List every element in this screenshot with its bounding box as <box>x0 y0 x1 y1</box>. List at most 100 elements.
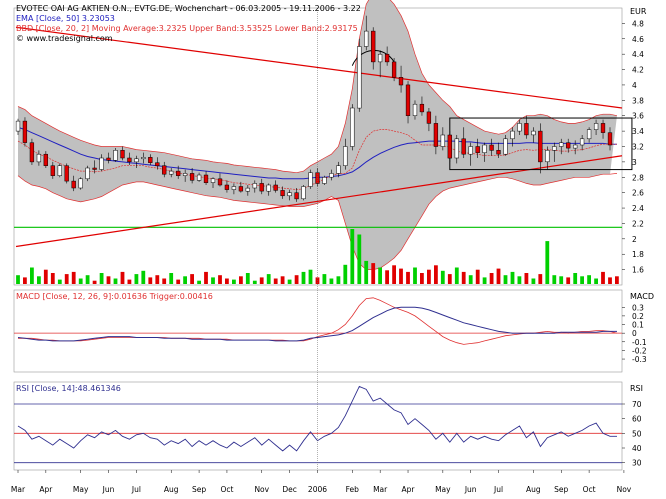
x-tick-label: Sep <box>192 485 206 494</box>
macd-tick-label: 0.3 <box>632 303 644 312</box>
rsi-tick-label: 70 <box>632 400 642 409</box>
volume-bar <box>531 278 536 284</box>
candle-body <box>489 144 494 151</box>
macd-legend[interactable]: MACD [Close, 12, 26, 9]:0.01636 Trigger:… <box>16 292 213 301</box>
macd-tick-label: -0.1 <box>632 338 647 347</box>
candle-body <box>538 130 543 163</box>
candle-body <box>329 173 334 178</box>
volume-bar <box>447 274 452 284</box>
volume-bar <box>23 277 27 284</box>
candle-body <box>607 132 613 146</box>
price-tick-label: 3.2 <box>632 143 644 152</box>
rsi-legend[interactable]: RSI [Close, 14]:48.461346 <box>16 384 121 393</box>
candle-body <box>552 146 557 151</box>
candle-body <box>510 130 515 140</box>
volume-bar <box>364 260 369 284</box>
candle-body <box>169 170 174 175</box>
candle-body <box>231 186 237 190</box>
price-tick-label: 3.6 <box>632 112 644 121</box>
volume-bar <box>239 276 243 284</box>
volume-bar <box>218 275 222 284</box>
candle-body <box>78 178 83 189</box>
candle-body <box>182 173 188 176</box>
x-tick-label: Aug <box>526 485 541 494</box>
volume-bar <box>378 267 382 284</box>
volume-bar <box>141 270 146 284</box>
ema-legend[interactable]: EMA [Close, 50] 3.23053 <box>16 14 115 23</box>
volume-bar <box>434 265 438 284</box>
volume-bar <box>301 271 306 284</box>
volume-bar <box>16 275 20 284</box>
volume-bar <box>280 276 285 284</box>
candle-body <box>391 61 397 78</box>
volume-bar <box>594 278 598 284</box>
candle-body <box>266 184 271 192</box>
candle-body <box>447 134 452 159</box>
volume-bar <box>106 276 111 284</box>
candle-body <box>371 30 376 63</box>
candle-body <box>440 134 445 147</box>
volume-bar <box>273 278 278 284</box>
candle-body <box>64 165 69 182</box>
volume-bar <box>162 278 167 284</box>
candle-body <box>350 107 355 147</box>
volume-bar <box>566 277 571 284</box>
candle-body <box>398 77 404 86</box>
volume-bar <box>510 271 515 284</box>
volume-bar <box>71 271 76 284</box>
x-tick-label: Oct <box>220 485 233 494</box>
candle-body <box>301 186 306 200</box>
candle-body <box>482 144 487 153</box>
volume-bar <box>399 268 403 284</box>
candle-body <box>573 144 578 149</box>
candle-body <box>531 130 536 136</box>
candle-body <box>22 120 28 143</box>
chart-canvas: 1.6 1.8 2 2.2 2.4 2.6 2.8 3 3.2 3.4 3.6 3.8 4 4.2 4.4 4… <box>11 0 647 494</box>
volume-bar <box>406 271 410 284</box>
candle-body <box>176 170 181 176</box>
x-tick-label: Mar <box>11 485 26 494</box>
volume-bar <box>322 274 327 284</box>
bollinger-legend[interactable]: BBD [Close, 20, 2] Moving Average:3.2325… <box>16 24 358 33</box>
volume-bar <box>524 273 529 284</box>
candle-body <box>252 183 257 189</box>
volume-bar <box>468 275 473 284</box>
price-unit-label: EUR <box>630 7 647 16</box>
candle-body <box>224 184 230 190</box>
volume-bar <box>392 265 396 284</box>
volume-bar <box>30 267 34 284</box>
candle-body <box>217 178 223 186</box>
x-tick-label: Jun <box>102 485 115 494</box>
volume-bar <box>252 280 257 284</box>
candle-body <box>559 142 564 147</box>
volume-bar <box>259 277 264 284</box>
candle-body <box>148 157 153 163</box>
volume-bar <box>461 271 466 284</box>
volume-bar <box>371 263 376 284</box>
macd-tick-label: 0.2 <box>632 312 644 321</box>
volume-bar <box>454 267 459 284</box>
price-tick-label: 2 <box>632 235 637 244</box>
candle-body <box>503 138 508 155</box>
candle-body <box>405 84 411 116</box>
volume-bar <box>232 279 236 284</box>
x-tick-label: Apr <box>39 485 53 494</box>
candle-body <box>357 46 362 109</box>
x-tick-label: May <box>73 485 89 494</box>
volume-bar <box>587 275 591 284</box>
candle-body <box>524 123 529 136</box>
candle-body <box>454 138 459 159</box>
candle-body <box>134 158 139 163</box>
volume-bar <box>113 278 118 284</box>
rsi-frame <box>13 381 623 471</box>
volume-bar <box>385 270 389 285</box>
volume-bar <box>608 277 612 284</box>
volume-bar <box>204 271 208 284</box>
candle-body <box>566 142 571 149</box>
price-tick-label: 4.8 <box>632 19 644 28</box>
volume-bar <box>37 276 41 284</box>
candle-body <box>29 142 35 163</box>
price-tick-label: 1.8 <box>632 250 644 259</box>
x-tick-label: Dec <box>282 485 297 494</box>
volume-bar <box>440 270 445 284</box>
